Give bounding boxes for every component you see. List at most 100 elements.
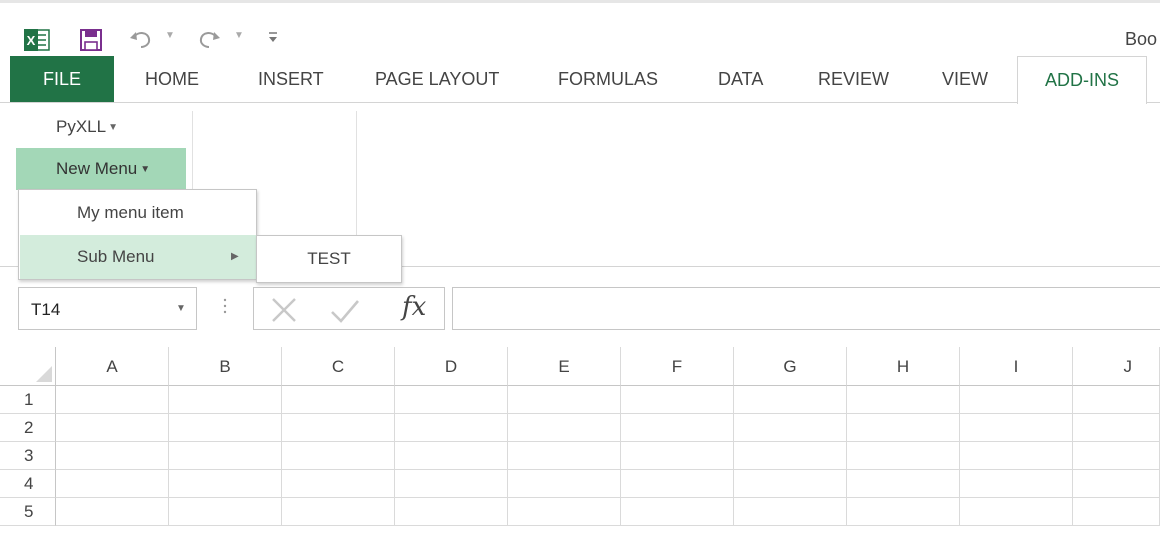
select-all-corner[interactable] bbox=[0, 347, 56, 386]
formula-buttons: fx bbox=[253, 287, 445, 330]
cell-d2[interactable] bbox=[395, 414, 508, 442]
cell-d4[interactable] bbox=[395, 470, 508, 498]
cell-f2[interactable] bbox=[621, 414, 734, 442]
cell-f1[interactable] bbox=[621, 386, 734, 414]
quick-access-toolbar: X ▼ ▼ Boo bbox=[0, 0, 1160, 56]
menu-item-my-menu-item[interactable]: My menu item bbox=[20, 191, 256, 235]
row-header-3[interactable]: 3 bbox=[0, 442, 56, 470]
new-menu-button[interactable]: New Menu ▼ bbox=[16, 148, 186, 190]
ribbon-tabs: FILE HOME INSERT PAGE LAYOUT FORMULAS DA… bbox=[0, 56, 1160, 104]
chevron-down-icon[interactable]: ▼ bbox=[176, 303, 186, 314]
row-header-5[interactable]: 5 bbox=[0, 498, 56, 526]
cell-d5[interactable] bbox=[395, 498, 508, 526]
redo-dropdown-icon[interactable]: ▼ bbox=[234, 30, 244, 41]
window-title: Boo bbox=[1125, 29, 1158, 49]
cell-d1[interactable] bbox=[395, 386, 508, 414]
column-header-h[interactable]: H bbox=[847, 347, 960, 386]
column-header-f[interactable]: F bbox=[621, 347, 734, 386]
cell-i4[interactable] bbox=[960, 470, 1073, 498]
tab-add-ins[interactable]: ADD-INS bbox=[1017, 56, 1147, 104]
cell-h2[interactable] bbox=[847, 414, 960, 442]
column-header-j[interactable]: J bbox=[1073, 347, 1160, 386]
pyxll-menu-button[interactable]: PyXLL ▼ bbox=[56, 117, 118, 137]
cell-c1[interactable] bbox=[282, 386, 395, 414]
tab-file[interactable]: FILE bbox=[10, 56, 114, 103]
cell-f5[interactable] bbox=[621, 498, 734, 526]
column-header-d[interactable]: D bbox=[395, 347, 508, 386]
cell-e4[interactable] bbox=[508, 470, 621, 498]
cell-g2[interactable] bbox=[734, 414, 847, 442]
cell-j3[interactable] bbox=[1073, 442, 1160, 470]
cell-g3[interactable] bbox=[734, 442, 847, 470]
cell-a2[interactable] bbox=[56, 414, 169, 442]
cell-e1[interactable] bbox=[508, 386, 621, 414]
cell-j2[interactable] bbox=[1073, 414, 1160, 442]
column-header-i[interactable]: I bbox=[960, 347, 1073, 386]
cancel-x-icon[interactable] bbox=[270, 296, 298, 324]
cell-i5[interactable] bbox=[960, 498, 1073, 526]
cell-e2[interactable] bbox=[508, 414, 621, 442]
cell-a1[interactable] bbox=[56, 386, 169, 414]
drag-handle-icon[interactable] bbox=[222, 296, 228, 316]
column-header-c[interactable]: C bbox=[282, 347, 395, 386]
customize-qat-icon[interactable] bbox=[266, 27, 280, 47]
cell-b5[interactable] bbox=[169, 498, 282, 526]
tab-insert[interactable]: INSERT bbox=[258, 56, 324, 103]
cell-b2[interactable] bbox=[169, 414, 282, 442]
tab-review[interactable]: REVIEW bbox=[818, 56, 889, 103]
tab-view[interactable]: VIEW bbox=[942, 56, 988, 103]
cell-e5[interactable] bbox=[508, 498, 621, 526]
insert-function-icon[interactable]: fx bbox=[402, 292, 426, 322]
cell-b1[interactable] bbox=[169, 386, 282, 414]
enter-checkmark-icon[interactable] bbox=[329, 297, 361, 325]
cell-b3[interactable] bbox=[169, 442, 282, 470]
row-header-4[interactable]: 4 bbox=[0, 470, 56, 498]
formula-input[interactable] bbox=[452, 287, 1160, 330]
undo-icon[interactable] bbox=[128, 28, 154, 50]
cell-d3[interactable] bbox=[395, 442, 508, 470]
cell-c3[interactable] bbox=[282, 442, 395, 470]
cell-h5[interactable] bbox=[847, 498, 960, 526]
cell-f4[interactable] bbox=[621, 470, 734, 498]
excel-window: X ▼ ▼ Boo FILE HOME INSERT PAGE LAYOUT F… bbox=[0, 0, 1160, 551]
cell-c5[interactable] bbox=[282, 498, 395, 526]
save-icon[interactable] bbox=[80, 29, 102, 51]
cell-j5[interactable] bbox=[1073, 498, 1160, 526]
cell-j4[interactable] bbox=[1073, 470, 1160, 498]
tab-data[interactable]: DATA bbox=[718, 56, 763, 103]
cell-h1[interactable] bbox=[847, 386, 960, 414]
cell-j1[interactable] bbox=[1073, 386, 1160, 414]
redo-icon[interactable] bbox=[196, 28, 222, 50]
cell-h3[interactable] bbox=[847, 442, 960, 470]
cell-h4[interactable] bbox=[847, 470, 960, 498]
cell-i3[interactable] bbox=[960, 442, 1073, 470]
row-header-1[interactable]: 1 bbox=[0, 386, 56, 414]
cell-a5[interactable] bbox=[56, 498, 169, 526]
cell-b4[interactable] bbox=[169, 470, 282, 498]
column-header-a[interactable]: A bbox=[56, 347, 169, 386]
column-header-e[interactable]: E bbox=[508, 347, 621, 386]
cell-f3[interactable] bbox=[621, 442, 734, 470]
row-header-2[interactable]: 2 bbox=[0, 414, 56, 442]
cell-c2[interactable] bbox=[282, 414, 395, 442]
cell-a4[interactable] bbox=[56, 470, 169, 498]
cell-c4[interactable] bbox=[282, 470, 395, 498]
excel-logo-icon[interactable]: X bbox=[24, 28, 50, 52]
cell-g5[interactable] bbox=[734, 498, 847, 526]
tab-page-layout[interactable]: PAGE LAYOUT bbox=[375, 56, 499, 103]
column-header-b[interactable]: B bbox=[169, 347, 282, 386]
cell-a3[interactable] bbox=[56, 442, 169, 470]
menu-item-sub-menu[interactable]: Sub Menu ▶ bbox=[20, 235, 256, 279]
menu-item-test[interactable]: TEST bbox=[257, 236, 401, 282]
undo-dropdown-icon[interactable]: ▼ bbox=[165, 30, 175, 41]
tab-home[interactable]: HOME bbox=[145, 56, 199, 103]
cell-i2[interactable] bbox=[960, 414, 1073, 442]
cell-e3[interactable] bbox=[508, 442, 621, 470]
tab-formulas[interactable]: FORMULAS bbox=[558, 56, 658, 103]
chevron-right-icon: ▶ bbox=[231, 251, 239, 262]
cell-i1[interactable] bbox=[960, 386, 1073, 414]
name-box[interactable]: T14 ▼ bbox=[18, 287, 197, 330]
column-header-g[interactable]: G bbox=[734, 347, 847, 386]
cell-g1[interactable] bbox=[734, 386, 847, 414]
cell-g4[interactable] bbox=[734, 470, 847, 498]
